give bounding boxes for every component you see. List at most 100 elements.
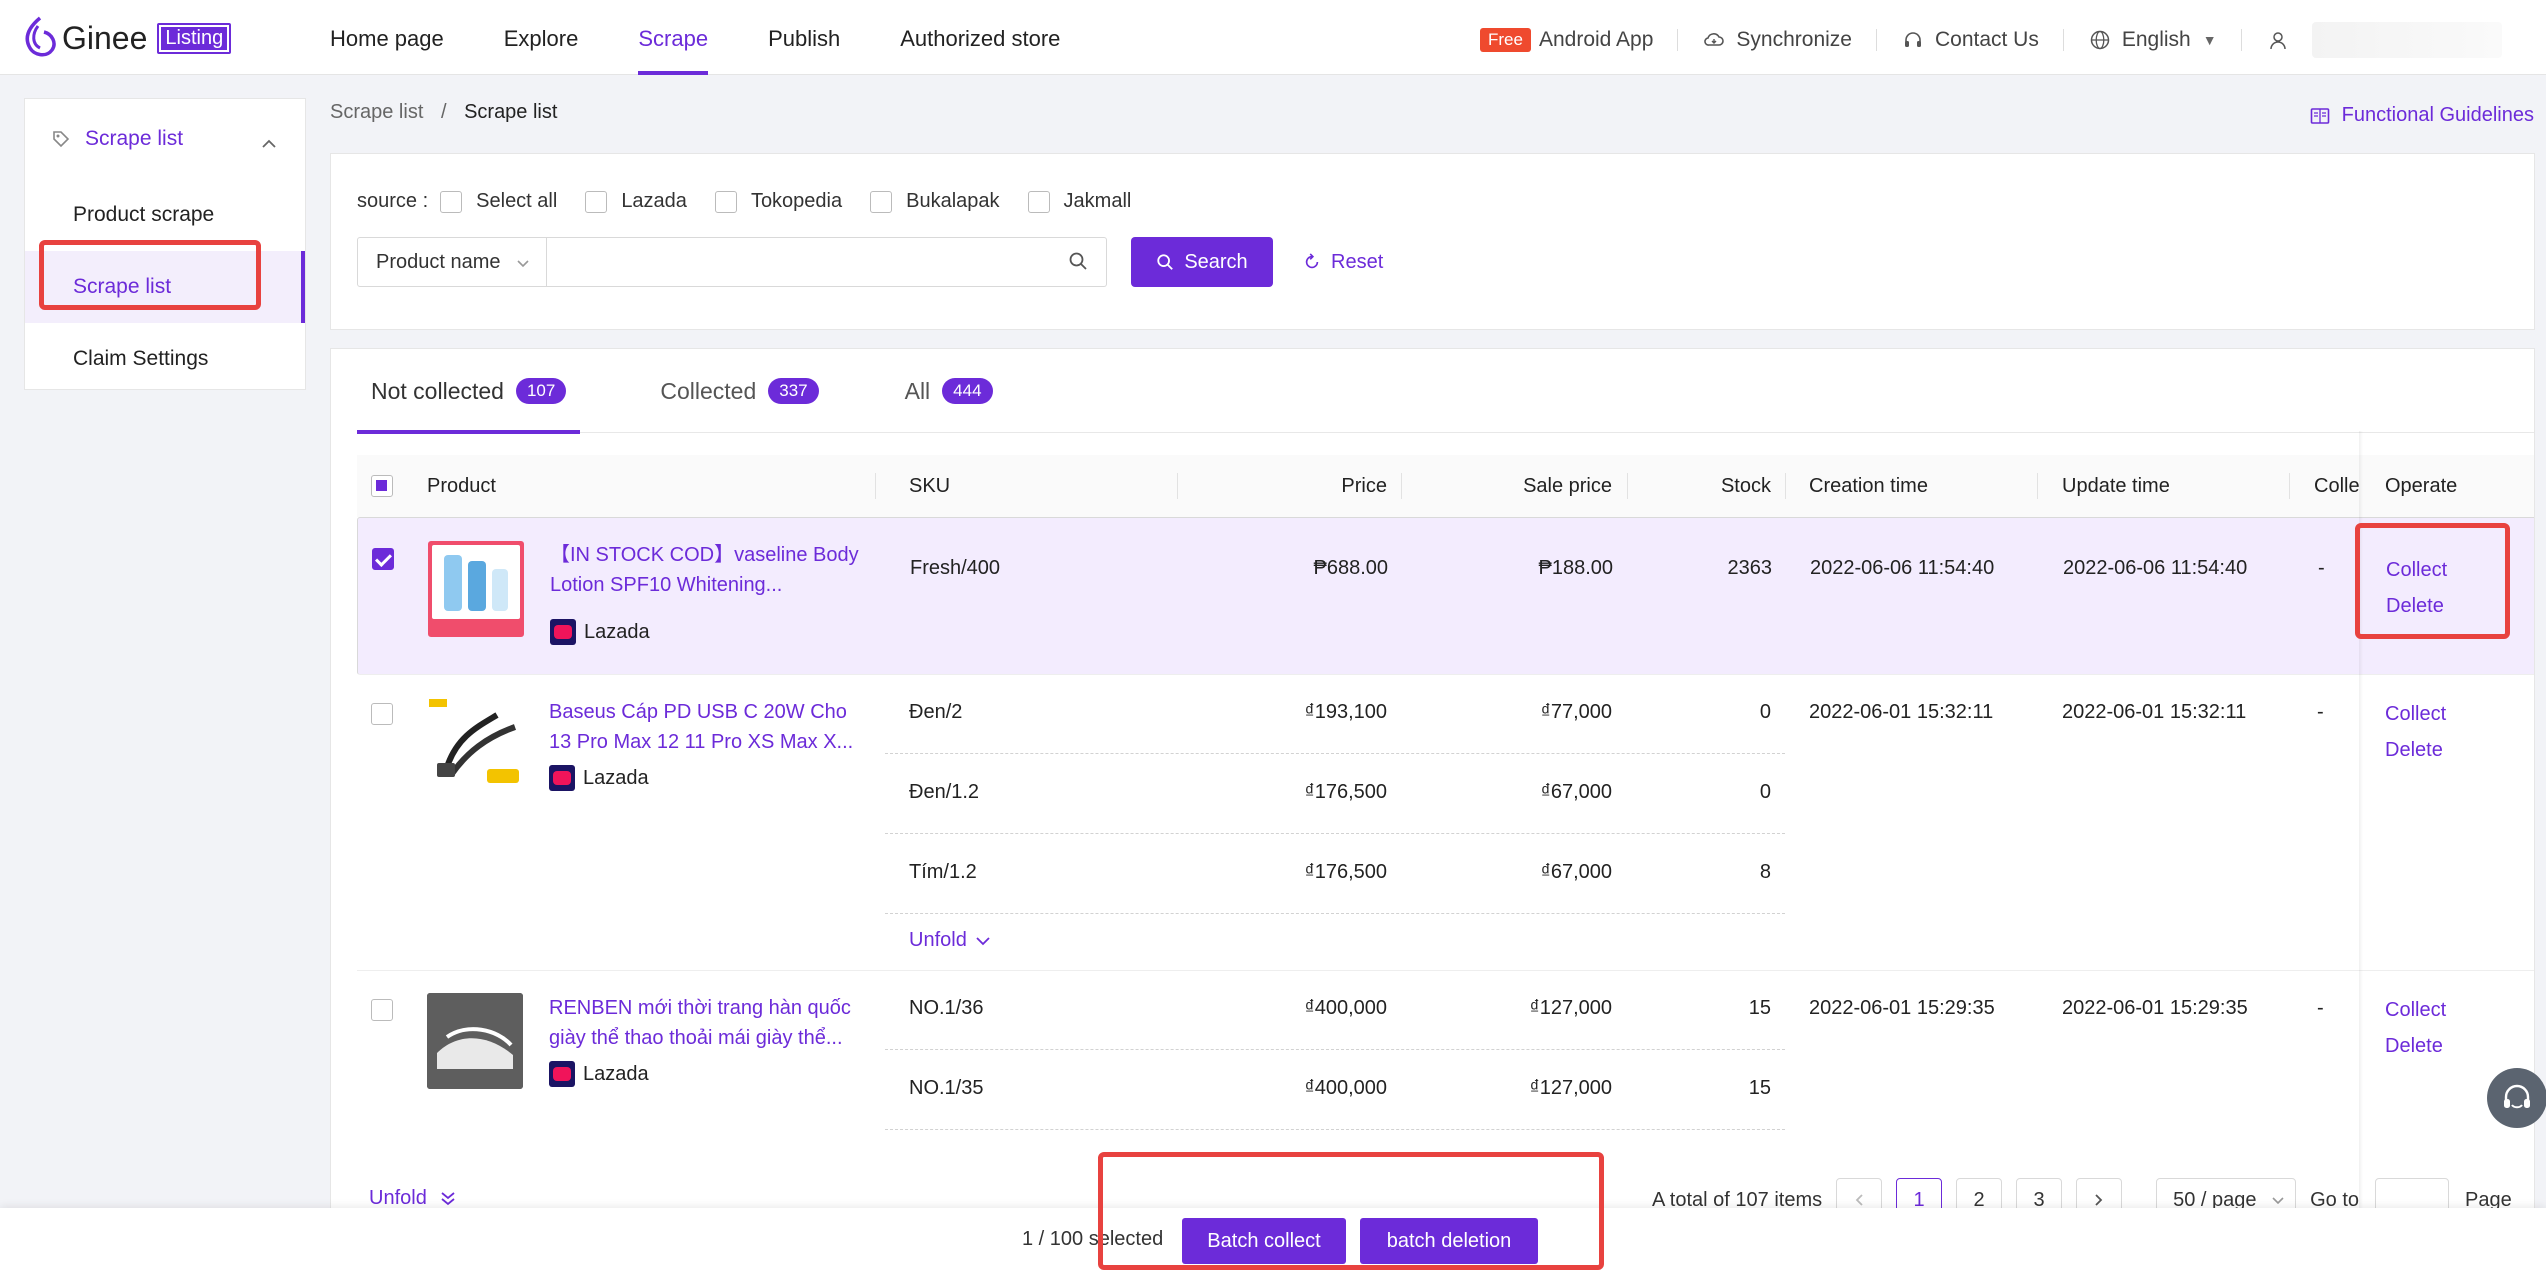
language-select[interactable]: English	[2122, 28, 2191, 52]
contact-us-link[interactable]: Contact Us	[1935, 28, 2039, 52]
product-name-link[interactable]: 【IN STOCK COD】vaseline Body Lotion SPF10…	[550, 540, 860, 600]
sale-price-value: ₫67,000	[1540, 781, 1612, 803]
row-checkbox[interactable]	[372, 548, 394, 570]
chevron-up-icon	[261, 131, 277, 155]
sku-divider	[885, 913, 1785, 914]
reset-button-label: Reset	[1331, 250, 1384, 273]
breadcrumb-separator: /	[440, 101, 447, 123]
sidebar-item-scrape-list[interactable]: Scrape list	[25, 251, 305, 323]
sidebar-group-label: Scrape list	[85, 127, 184, 150]
column-divider	[1627, 473, 1628, 499]
collect-link[interactable]: Collect	[2385, 703, 2446, 726]
stock-value: 0	[1759, 781, 1771, 803]
product-name-link[interactable]: RENBEN mới thời trang hàn quốc giày thể …	[549, 993, 859, 1053]
delete-link[interactable]: Delete	[2385, 739, 2443, 762]
batch-deletion-button[interactable]: batch deletion	[1360, 1218, 1538, 1264]
synchronize-link[interactable]: Synchronize	[1736, 28, 1852, 52]
tab-all[interactable]: All 444	[891, 349, 1007, 433]
product-thumbnail[interactable]	[428, 541, 524, 637]
functional-guidelines-link[interactable]: Functional Guidelines	[2310, 104, 2534, 127]
product-thumbnail[interactable]	[427, 697, 523, 793]
column-divider	[2289, 473, 2290, 499]
price-value: ₫176,500	[1304, 861, 1387, 883]
nav-authorized-store[interactable]: Authorized store	[900, 0, 1060, 75]
source-label: source :	[357, 190, 429, 212]
tab-collected[interactable]: Collected 337	[646, 349, 832, 433]
platform-name: Lazada	[584, 621, 650, 643]
source-option-jakmall[interactable]: Jakmall	[1027, 190, 1131, 213]
search-icon[interactable]	[1068, 251, 1088, 277]
batch-collect-button[interactable]: Batch collect	[1182, 1218, 1346, 1264]
search-button[interactable]: Search	[1131, 237, 1273, 287]
table-row: RENBEN mới thời trang hàn quốc giày thể …	[357, 971, 2534, 1161]
reset-button[interactable]: Reset	[1291, 237, 1395, 287]
source-option-select-all[interactable]: Select all	[440, 190, 557, 213]
collected-value: -	[2317, 701, 2324, 723]
sidebar-item-claim-settings[interactable]: Claim Settings	[25, 323, 305, 395]
checkbox[interactable]	[440, 190, 463, 213]
search-input-wrapper	[547, 237, 1107, 287]
column-divider	[1401, 473, 1402, 499]
source-option-lazada[interactable]: Lazada	[585, 190, 687, 213]
product-name-link[interactable]: Baseus Cáp PD USB C 20W Cho 13 Pro Max 1…	[549, 697, 859, 757]
unfold-label: Unfold	[909, 929, 967, 951]
collect-link[interactable]: Collect	[2385, 999, 2446, 1022]
lazada-logo-icon	[549, 765, 575, 791]
search-row: Product name Search Reset	[357, 237, 1395, 287]
sku-divider	[885, 1049, 1785, 1050]
divider	[1677, 29, 1679, 51]
checkbox[interactable]	[714, 190, 737, 213]
nav-explore[interactable]: Explore	[504, 0, 579, 75]
nav-publish[interactable]: Publish	[768, 0, 840, 75]
search-field-select[interactable]: Product name	[357, 237, 547, 287]
sku-value: Tím/1.2	[909, 861, 977, 883]
delete-link[interactable]: Delete	[2386, 582, 2444, 630]
stock-value: 8	[1759, 861, 1771, 883]
checkbox[interactable]	[1027, 190, 1050, 213]
delete-link[interactable]: Delete	[2385, 1035, 2443, 1058]
customer-service-chat-button[interactable]	[2487, 1068, 2546, 1128]
search-input[interactable]	[559, 238, 1039, 284]
divider	[1875, 29, 1877, 51]
breadcrumb-parent[interactable]: Scrape list	[330, 101, 423, 123]
select-all-checkbox[interactable]	[371, 475, 393, 497]
android-app-link[interactable]: Android App	[1539, 28, 1653, 52]
nav-home-page[interactable]: Home page	[330, 0, 444, 75]
source-option-tokopedia[interactable]: Tokopedia	[714, 190, 842, 213]
globe-icon	[2088, 28, 2112, 52]
sidebar-item-product-scrape[interactable]: Product scrape	[25, 179, 305, 251]
checkbox[interactable]	[585, 190, 608, 213]
lazada-logo-icon	[550, 619, 576, 645]
tab-label: Collected	[660, 377, 757, 404]
headset-icon	[1901, 28, 1925, 52]
column-divider	[2037, 473, 2038, 499]
tab-not-collected[interactable]: Not collected 107	[357, 349, 581, 434]
sidebar-group-scrape-list[interactable]: Scrape list	[25, 99, 305, 179]
price-value: ₱688.00	[1313, 557, 1388, 579]
product-thumbnail[interactable]	[427, 993, 523, 1089]
unfold-all-toggle[interactable]: Unfold	[369, 1187, 457, 1210]
sale-price-value: ₫67,000	[1540, 861, 1612, 883]
source-option-bukalapak[interactable]: Bukalapak	[870, 190, 1000, 213]
row-checkbox[interactable]	[371, 703, 393, 725]
row-checkbox[interactable]	[371, 999, 393, 1021]
breadcrumb-current: Scrape list	[464, 101, 558, 123]
chevron-left-icon	[1855, 1194, 1863, 1206]
user-icon[interactable]	[2266, 28, 2290, 52]
sku-unfold-toggle[interactable]: Unfold	[909, 929, 991, 952]
logo-text: Ginee	[62, 19, 148, 56]
ginee-logo[interactable]: Ginee Listing	[22, 16, 232, 60]
caret-down-icon: ▼	[2202, 32, 2217, 48]
price-value: ₫193,100	[1304, 701, 1387, 723]
status-tabs: Not collected 107 Collected 337 All 444	[357, 349, 2534, 434]
sale-price-value: ₱188.00	[1538, 557, 1613, 579]
checkbox[interactable]	[870, 190, 893, 213]
cloud-sync-icon	[1702, 28, 1726, 52]
nav-scrape[interactable]: Scrape	[638, 0, 708, 75]
chevron-down-icon	[976, 936, 990, 945]
sku-divider	[885, 1129, 1785, 1130]
sku-divider	[885, 833, 1785, 834]
chevron-right-icon	[2095, 1194, 2103, 1206]
logo-badge: Listing	[157, 22, 232, 54]
unfold-label: Unfold	[369, 1187, 427, 1209]
